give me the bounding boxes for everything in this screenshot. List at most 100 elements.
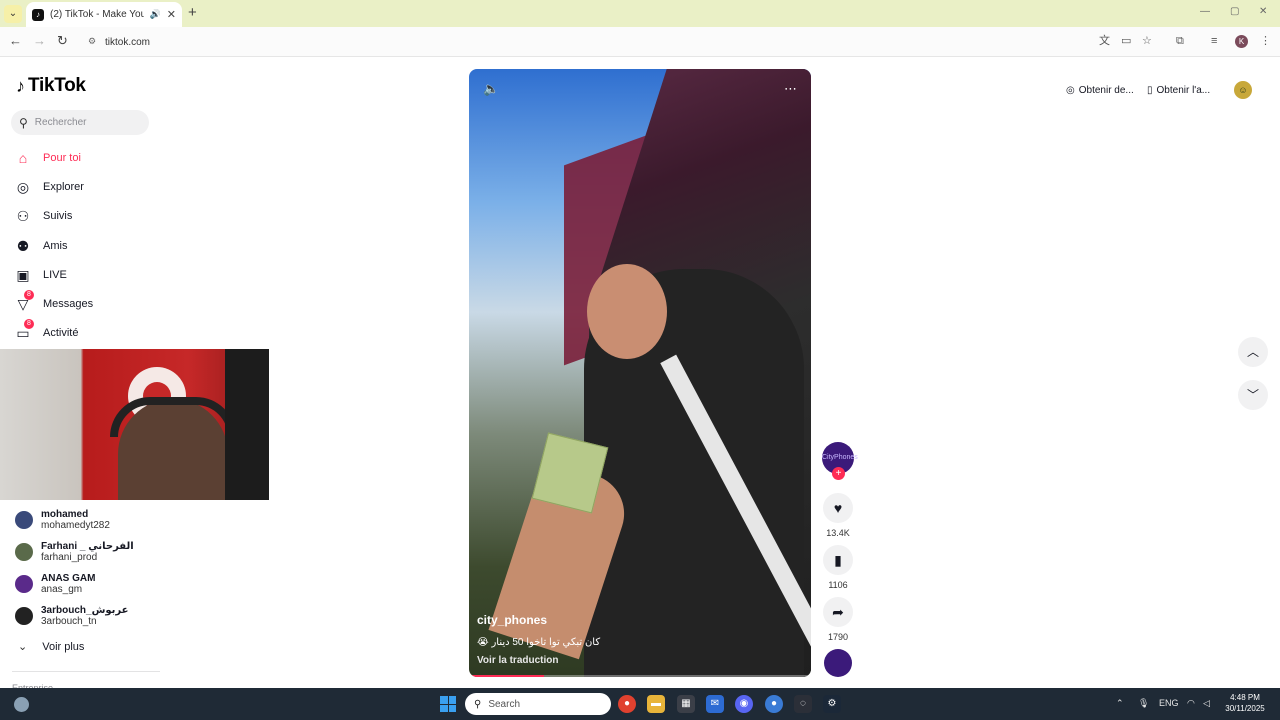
nav-label: Suivis — [43, 210, 73, 222]
new-tab-button[interactable]: + — [188, 5, 197, 21]
share-count: 1790 — [827, 632, 849, 642]
browser-menu-icon[interactable]: ⋮ — [1260, 35, 1271, 47]
more-options-icon[interactable]: ⋯ — [784, 81, 797, 97]
voir-plus-label: Voir plus — [42, 640, 85, 653]
next-video-button[interactable]: ﹀ — [1238, 380, 1268, 410]
translate-icon[interactable]: 文 — [1099, 35, 1110, 47]
obs-icon[interactable]: ◌ — [794, 695, 812, 713]
language-indicator[interactable]: ENG — [1159, 698, 1179, 708]
steam-icon[interactable]: ⚙ — [823, 695, 841, 713]
volume-tray-icon[interactable]: ◁ — [1203, 698, 1210, 709]
see-translation-link[interactable]: Voir la traduction — [477, 655, 559, 666]
microphone-icon[interactable]: 🎙 — [1138, 698, 1149, 709]
phone-icon: ▯ — [1147, 84, 1153, 96]
following-account[interactable]: Farhani _ الفرحاني farhani_prod — [15, 541, 134, 563]
extensions-icon[interactable]: ⧉ — [1176, 35, 1184, 47]
headset-shape — [110, 397, 236, 437]
file-explorer-icon[interactable]: ▬ — [647, 695, 665, 713]
nav-messages[interactable]: ▽ 8 Messages — [15, 289, 94, 314]
nav-suivis[interactable]: ⚇ Suivis — [15, 206, 73, 226]
forward-icon[interactable]: → — [33, 34, 46, 48]
nav-pour-toi[interactable]: ⌂ Pour toi — [15, 148, 81, 168]
following-account[interactable]: ANAS GAM anas_gm — [15, 573, 95, 595]
messages-badge: 8 — [24, 289, 34, 300]
bookmark-star-icon[interactable]: ☆ — [1142, 35, 1152, 47]
share-button[interactable]: ➦ — [823, 597, 853, 627]
reading-list-icon[interactable]: ≡ — [1211, 35, 1217, 47]
get-coins-label: Obtenir de... — [1078, 84, 1134, 96]
wifi-icon[interactable]: ◠ — [1187, 698, 1195, 709]
address-bar[interactable]: ⚙ tiktok.com — [82, 31, 1096, 53]
bookmark-icon: ▮ — [834, 552, 842, 568]
get-coins-button[interactable]: ◎ Obtenir de... — [1066, 81, 1134, 99]
clock-date: 30/11/2025 — [1225, 704, 1265, 713]
user-avatar[interactable]: ☺ — [1234, 81, 1252, 99]
account-name: 3arbouch_عربوش — [41, 605, 129, 616]
following-account[interactable]: mohamed mohamedyt282 — [15, 509, 110, 531]
avatar — [15, 575, 33, 593]
nav-activite[interactable]: ▭ 8 Activité — [15, 318, 79, 343]
previous-video-button[interactable]: ︿ — [1238, 337, 1268, 367]
browser-profile-avatar[interactable]: K — [1235, 35, 1248, 48]
save-count: 1106 — [828, 580, 848, 590]
tiktok-logo[interactable]: ♪ TikTok — [16, 75, 86, 97]
video-progress-bar[interactable] — [469, 675, 811, 677]
tab-audio-icon[interactable]: 🔊 — [150, 9, 161, 20]
browser-tab-tiktok[interactable]: ♪ (2) TikTok - Make Your Day 🔊 ✕ — [26, 2, 182, 27]
minimize-icon[interactable]: — — [1200, 6, 1210, 17]
volume-icon[interactable]: 🔈 — [483, 81, 499, 97]
nav-amis[interactable]: ⚉ Amis — [15, 236, 68, 256]
discord-icon[interactable]: ◉ — [735, 695, 753, 713]
following-account[interactable]: 3arbouch_عربوش 3arbouch_tn — [15, 605, 128, 627]
voir-plus-button[interactable]: ⌄ Voir plus — [18, 640, 85, 654]
account-name: ANAS GAM — [41, 573, 96, 584]
tray-overflow-icon[interactable]: ⌃ — [1116, 698, 1124, 709]
cast-icon[interactable]: ▭ — [1121, 35, 1131, 47]
get-app-button[interactable]: ▯ Obtenir l'a... — [1147, 81, 1210, 99]
tab-close-icon[interactable]: ✕ — [167, 8, 176, 21]
reload-icon[interactable]: ↻ — [57, 34, 68, 48]
man-head-shape — [587, 264, 667, 359]
nav-label: Activité — [43, 327, 79, 339]
maximize-icon[interactable]: ▢ — [1230, 6, 1239, 17]
like-button[interactable]: ♥ — [823, 493, 853, 523]
store-icon[interactable]: ▦ — [677, 695, 695, 713]
nav-explorer[interactable]: ◎ Explorer — [15, 177, 84, 197]
chevron-up-icon: ︿ — [1246, 345, 1259, 359]
tab-search-chevron-icon[interactable]: ⌄ — [4, 5, 22, 23]
search-input[interactable] — [34, 117, 135, 128]
tab-title: (2) TikTok - Make Your Day — [50, 9, 144, 20]
taskbar-search[interactable]: ⚲ — [465, 693, 611, 715]
window-close-icon[interactable]: ✕ — [1259, 6, 1267, 17]
taskbar-search-input[interactable] — [488, 698, 599, 710]
avatar — [15, 543, 33, 561]
mail-icon[interactable]: ✉ — [706, 695, 724, 713]
video-caption: كان تبكي توا تاخوا 50 دينار 😭 — [477, 637, 601, 648]
save-button[interactable]: ▮ — [823, 545, 853, 575]
site-info-icon[interactable]: ⚙ — [88, 36, 96, 47]
windows-taskbar: ⚲ ● ▬ ▦ ✉ ◉ ● ◌ ⚙ ⌃ 🎙 ENG ◠ ◁ 4:48 PM 30… — [0, 688, 1280, 720]
nav-label: Messages — [43, 298, 94, 310]
chrome-icon[interactable]: ● — [618, 695, 636, 713]
system-clock[interactable]: 4:48 PM 30/11/2025 — [1222, 692, 1268, 714]
search-icon: ⚲ — [19, 115, 28, 130]
search-box[interactable]: ⚲ — [11, 110, 149, 135]
weather-widget-icon[interactable] — [14, 697, 29, 712]
follow-plus-icon[interactable]: + — [832, 467, 845, 480]
music-disc-icon[interactable] — [824, 649, 852, 677]
activity-badge: 8 — [24, 318, 34, 329]
live-icon: ▣ — [16, 266, 30, 283]
coin-icon: ◎ — [1066, 84, 1075, 96]
nav-label: Amis — [43, 240, 68, 252]
nav-label: Explorer — [43, 181, 84, 193]
nav-live[interactable]: ▣ LIVE — [15, 265, 66, 285]
url-text[interactable]: tiktok.com — [105, 37, 150, 48]
chrome-profile-icon[interactable]: ● — [765, 695, 783, 713]
tiktok-note-icon: ♪ — [16, 75, 25, 96]
clock-time: 4:48 PM — [1230, 693, 1260, 702]
video-author[interactable]: city_phones — [477, 613, 547, 627]
video-player[interactable]: 🔈 ⋯ city_phones كان تبكي توا تاخوا 50 دي… — [469, 69, 811, 677]
windows-start-icon[interactable] — [440, 696, 456, 712]
webcam-overlay — [0, 349, 269, 500]
back-icon[interactable]: ← — [9, 34, 22, 48]
